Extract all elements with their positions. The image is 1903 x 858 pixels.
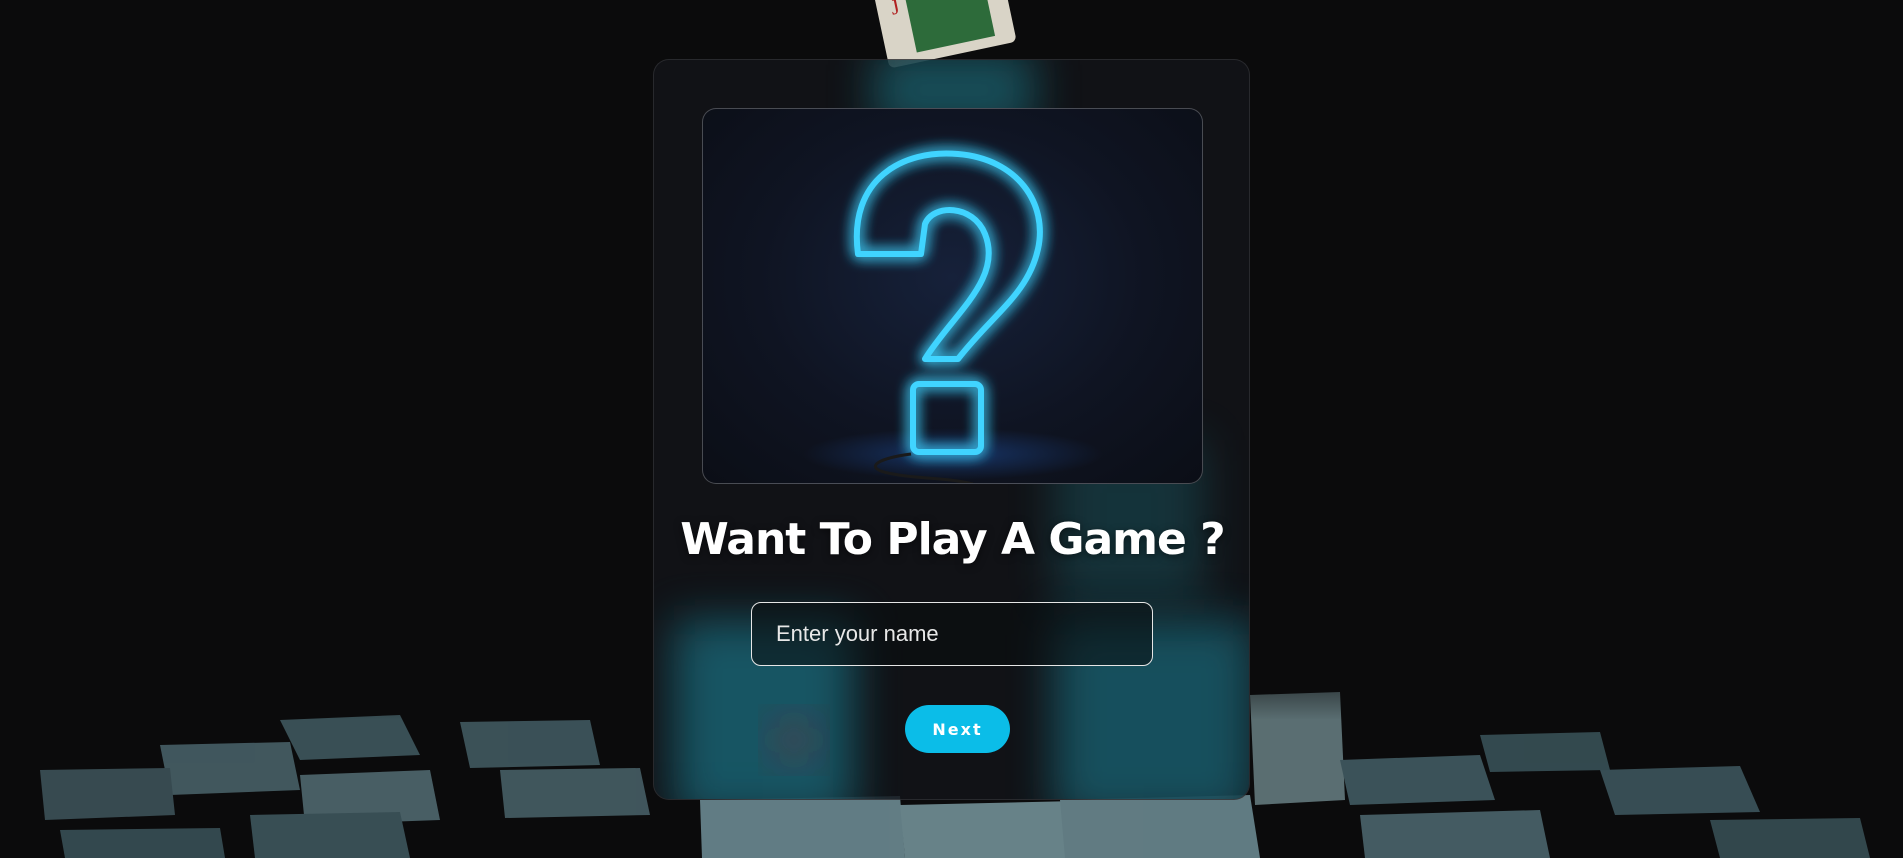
name-input[interactable] [751,602,1153,666]
game-start-modal: Want To Play A Game ? Next [653,59,1250,800]
page-title: Want To Play A Game ? [680,514,1225,565]
hero-image [702,108,1203,484]
game-start-screen: J Want To Play A Game ? Enter your name … [0,0,1903,858]
neon-question-mark-icon [853,150,1043,455]
next-button[interactable]: Next [905,705,1010,753]
